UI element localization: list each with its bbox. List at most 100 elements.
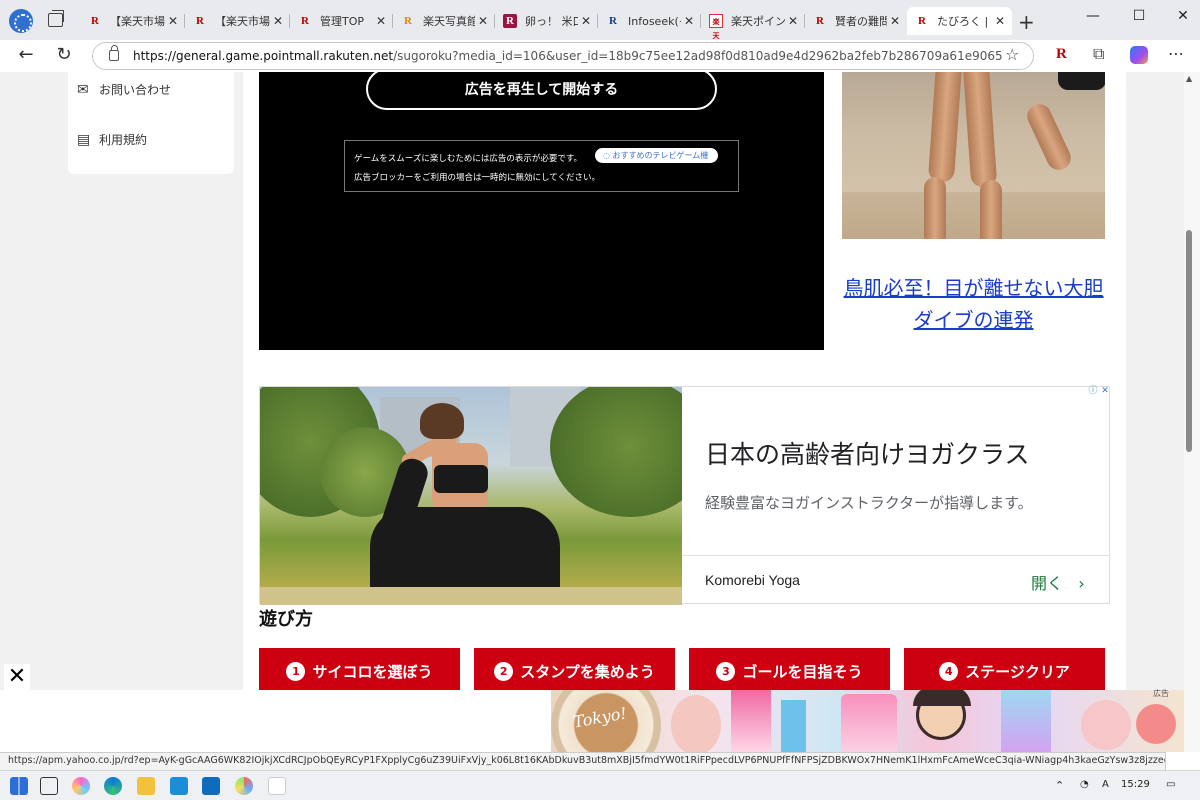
overlay-ad-close-icon[interactable]: ✕ (4, 664, 30, 690)
sand-background (842, 192, 1105, 239)
rakuten-favicon-icon: R (816, 15, 824, 27)
tab-strip: R 【楽天市場】 ✕ R 【楽天市場】 ✕ R 管理TOP ✕ R 楽天写真館 … (0, 0, 1200, 40)
close-ad-icon[interactable]: ✕ (1100, 386, 1110, 397)
tab-close-icon[interactable]: ✕ (887, 14, 903, 28)
scroll-up-icon[interactable]: ▲ (1186, 74, 1192, 83)
scrollbar-thumb[interactable] (1186, 230, 1192, 452)
file-explorer-icon[interactable] (137, 777, 155, 795)
new-tab-icon[interactable]: + (1018, 10, 1035, 34)
leg-shape (962, 72, 998, 188)
yoga-ad-banner[interactable]: 日本の高齢者向けヨガクラス 経験豊富なヨガインストラクターが指導します。 Kom… (259, 386, 1110, 605)
infoseek-favicon-icon: R (609, 15, 617, 27)
notice-text: 広告ブロッカーをご利用の場合は一時的に無効にしてください。 (354, 173, 600, 183)
step-label: サイコロを選ぼう (312, 662, 433, 681)
window-close-icon[interactable]: ✕ (1168, 8, 1198, 24)
tab-title: Infoseek(イ (628, 15, 681, 28)
tab-close-icon[interactable]: ✕ (681, 14, 697, 28)
ime-indicator[interactable]: A (1102, 779, 1109, 790)
game-ad-image[interactable]: Tokyo! (551, 690, 1184, 752)
store-icon[interactable] (170, 777, 188, 795)
sidebar-item-terms[interactable]: ▤ 利用規約 (77, 131, 147, 148)
step-button-4[interactable]: 4 ステージクリア (904, 648, 1105, 690)
outlook-icon[interactable] (202, 777, 220, 795)
tab-rakuten-2[interactable]: R 【楽天市場】 ✕ (185, 7, 290, 35)
tab-close-icon[interactable]: ✕ (165, 14, 181, 28)
address-bar[interactable]: https://general.game.pointmall.rakuten.n… (92, 42, 1034, 70)
rakuten-favicon-icon: R (196, 15, 204, 27)
info-icon[interactable]: ⓘ (1088, 386, 1098, 397)
tab-close-icon[interactable]: ✕ (373, 14, 389, 28)
minimize-icon[interactable]: — (1078, 8, 1108, 24)
status-bar-url: https://apm.yahoo.co.jp/rd?ep=AyK-gGcAAG… (0, 752, 1166, 770)
url-text[interactable]: https://general.game.pointmall.rakuten.n… (133, 49, 1003, 63)
ad-brand: Komorebi Yoga (705, 572, 800, 588)
tab-title: 【楽天市場】 (110, 15, 165, 28)
tab-puzzle[interactable]: R 賢者の難問 ✕ (805, 7, 907, 35)
tab-rakuten-1[interactable]: R 【楽天市場】 ✕ (80, 7, 185, 35)
tab-close-icon[interactable]: ✕ (475, 14, 491, 28)
app-icon-red[interactable] (268, 777, 286, 795)
yoga-ad-photo[interactable] (260, 387, 682, 605)
game-canvas[interactable]: 広告を再生して開始する ゲームをスムーズに楽しむためには広告の表示が必要です。 … (259, 72, 824, 350)
notice-text: ゲームをスムーズに楽しむためには広告の表示が必要です。 (354, 154, 582, 164)
start-with-ad-button[interactable]: 広告を再生して開始する (366, 72, 717, 110)
tab-actions-icon[interactable] (48, 10, 64, 27)
tab-admin-top[interactable]: R 管理TOP ✕ (290, 7, 393, 35)
copilot-icon[interactable] (1130, 46, 1148, 64)
ad-description: 経験豊富なヨガインストラクターが指導します。 (705, 494, 1033, 512)
decor-shape (1001, 690, 1051, 752)
rakuten-extension-icon[interactable]: R (1056, 46, 1067, 63)
tab-close-icon[interactable]: ✕ (578, 14, 594, 28)
maximize-icon[interactable]: ☐ (1124, 8, 1154, 24)
step-number-badge: 1 (286, 661, 306, 681)
start-icon[interactable] (10, 777, 28, 795)
hair-shape (420, 403, 464, 439)
workspace-icon[interactable] (9, 9, 33, 33)
step-label: スタンプを集めよう (520, 662, 655, 681)
side-ad-image[interactable] (842, 72, 1105, 239)
mail-icon: ✉ (77, 81, 89, 98)
favorite-star-icon[interactable]: ☆ (1005, 45, 1019, 64)
ad-open-button[interactable]: 開く › (1031, 570, 1085, 594)
tab-infoseek[interactable]: R Infoseek(イ ✕ (598, 7, 701, 35)
swimsuit-shape (1058, 72, 1105, 90)
tag-icon: ◌ (603, 151, 613, 160)
edge-icon[interactable] (104, 777, 122, 795)
chevron-up-icon[interactable]: ⌃ (1055, 779, 1064, 792)
tv-link-label: おすすめのテレビゲーム機 (612, 151, 709, 160)
task-view-icon[interactable] (40, 777, 58, 795)
app-icon[interactable] (235, 777, 253, 795)
refresh-icon[interactable]: ↻ (52, 44, 76, 65)
lock-icon[interactable] (109, 45, 119, 61)
tab-title: 卵っ！ 米口 (525, 15, 578, 28)
sidebar-card: ✉ お問い合わせ ▤ 利用規約 (68, 72, 234, 174)
side-ad-caption-link[interactable]: 鳥肌必至！目が離せない大胆ダイブの連発 (842, 272, 1105, 336)
sidebar-item-contact[interactable]: ✉ お問い合わせ (77, 81, 171, 98)
decor-shape (1136, 704, 1176, 744)
step-button-1[interactable]: 1 サイコロを選ぼう (259, 648, 460, 690)
tab-close-icon[interactable]: ✕ (270, 14, 286, 28)
extensions-icon[interactable]: ⧉ (1093, 44, 1104, 64)
tv-console-link[interactable]: ◌ おすすめのテレビゲーム機 (595, 148, 719, 163)
wifi-icon[interactable]: ◔ (1080, 779, 1089, 790)
more-menu-icon[interactable]: ⋯ (1168, 44, 1184, 63)
ad-choices[interactable]: ⓘ ✕ (1088, 386, 1110, 398)
step-button-3[interactable]: 3 ゴールを目指そう (689, 648, 890, 690)
tab-photo[interactable]: R 楽天写真館 ✕ (393, 7, 495, 35)
howto-heading: 遊び方 (259, 609, 313, 630)
ad-title[interactable]: 日本の高齢者向けヨガクラス (705, 435, 1030, 471)
windows-taskbar: ⌃ ◔ A 15:29 ▭ (0, 770, 1200, 800)
tab-close-icon[interactable]: ✕ (992, 14, 1008, 28)
back-arrow-icon[interactable]: ← (14, 44, 38, 65)
url-path: /sugoroku?media_id=106&user_id=18b9c75ee… (393, 49, 1003, 63)
notification-icon[interactable]: ▭ (1166, 779, 1175, 790)
clock[interactable]: 15:29 (1121, 779, 1150, 790)
bottom-overlay-ad[interactable]: Tokyo! (0, 690, 1184, 752)
copilot-taskbar-icon[interactable] (72, 777, 90, 795)
tab-tabiroku-active[interactable]: R たびろく | 楽 ✕ (907, 7, 1012, 35)
step-button-2[interactable]: 2 スタンプを集めよう (474, 648, 675, 690)
tab-rakuten-point[interactable]: 楽天 楽天ポイント ✕ (701, 7, 805, 40)
tab-close-icon[interactable]: ✕ (785, 14, 801, 28)
sports-top-shape (434, 465, 488, 493)
tab-egg[interactable]: R 卵っ！ 米口 ✕ (495, 7, 598, 35)
